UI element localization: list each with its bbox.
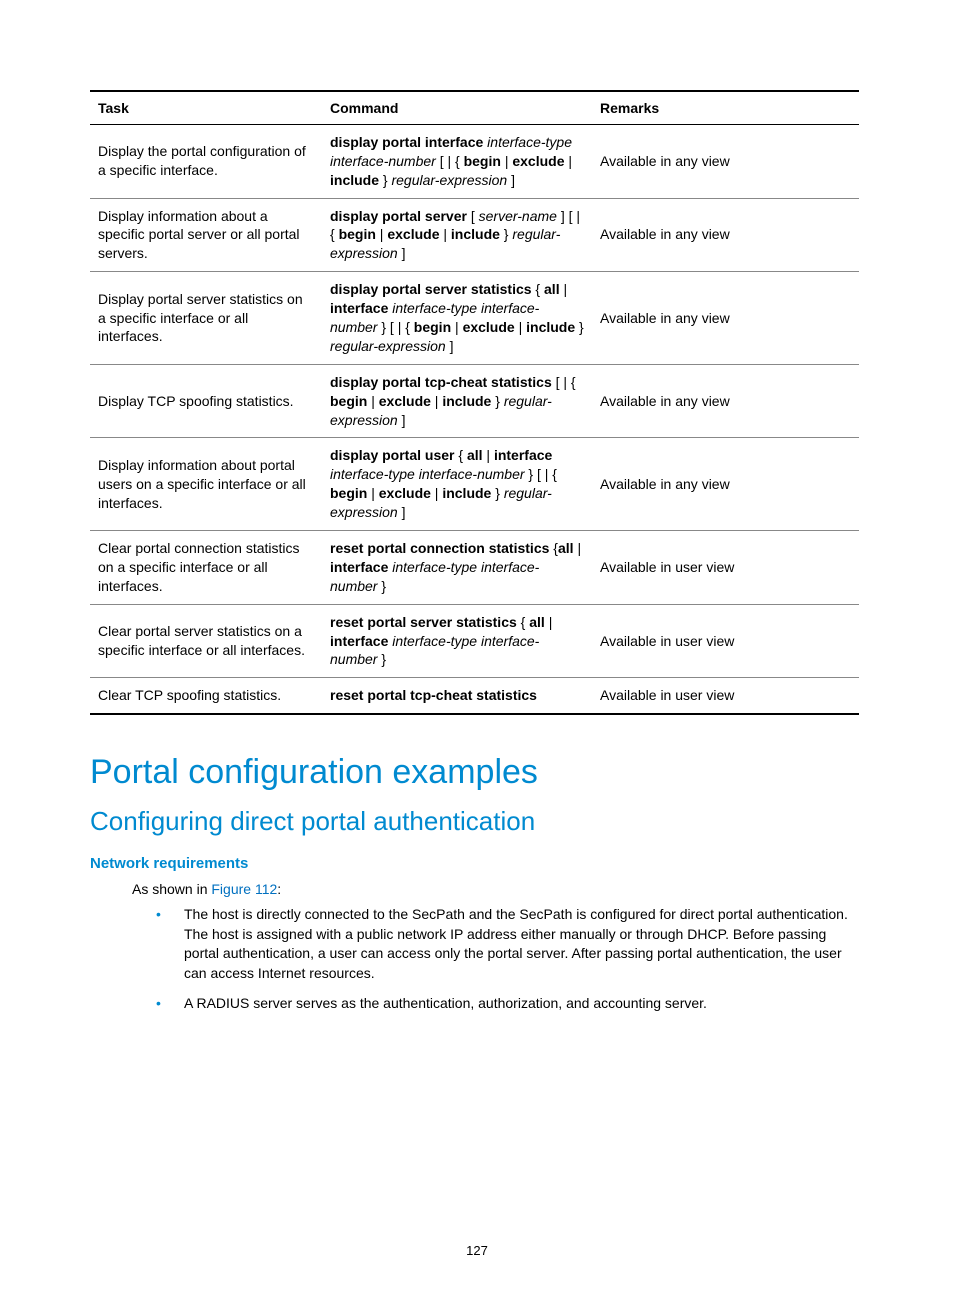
figure-link[interactable]: Figure 112 bbox=[211, 881, 277, 897]
table-row: Clear TCP spoofing statistics.reset port… bbox=[90, 678, 859, 714]
cell-remarks: Available in any view bbox=[592, 438, 859, 531]
heading-1: Portal configuration examples bbox=[90, 753, 859, 792]
bullet-list: The host is directly connected to the Se… bbox=[170, 905, 859, 1013]
table-row: Display information about portal users o… bbox=[90, 438, 859, 531]
intro-paragraph: As shown in Figure 112: bbox=[132, 880, 859, 899]
cell-command: display portal tcp-cheat statistics [ | … bbox=[322, 364, 592, 438]
cell-remarks: Available in any view bbox=[592, 198, 859, 272]
cell-task: Display TCP spoofing statistics. bbox=[90, 364, 322, 438]
header-command: Command bbox=[322, 91, 592, 124]
header-task: Task bbox=[90, 91, 322, 124]
heading-2: Configuring direct portal authentication bbox=[90, 806, 859, 837]
cell-command: reset portal connection statistics {all … bbox=[322, 531, 592, 605]
cell-command: display portal server statistics { all |… bbox=[322, 272, 592, 365]
intro-prefix: As shown in bbox=[132, 881, 211, 897]
cell-task: Clear portal server statistics on a spec… bbox=[90, 604, 322, 678]
table-row: Clear portal connection statistics on a … bbox=[90, 531, 859, 605]
cell-task: Display information about a specific por… bbox=[90, 198, 322, 272]
table-row: Display portal server statistics on a sp… bbox=[90, 272, 859, 365]
table-row: Display TCP spoofing statistics.display … bbox=[90, 364, 859, 438]
table-row: Display information about a specific por… bbox=[90, 198, 859, 272]
cell-remarks: Available in any view bbox=[592, 364, 859, 438]
cell-task: Clear portal connection statistics on a … bbox=[90, 531, 322, 605]
cell-remarks: Available in any view bbox=[592, 124, 859, 198]
list-item: A RADIUS server serves as the authentica… bbox=[170, 994, 859, 1014]
table-row: Clear portal server statistics on a spec… bbox=[90, 604, 859, 678]
intro-suffix: : bbox=[277, 881, 281, 897]
cell-remarks: Available in user view bbox=[592, 678, 859, 714]
table-row: Display the portal configuration of a sp… bbox=[90, 124, 859, 198]
command-table: Task Command Remarks Display the portal … bbox=[90, 90, 859, 715]
cell-task: Clear TCP spoofing statistics. bbox=[90, 678, 322, 714]
page-number: 127 bbox=[0, 1243, 954, 1258]
cell-remarks: Available in any view bbox=[592, 272, 859, 365]
cell-task: Display portal server statistics on a sp… bbox=[90, 272, 322, 365]
cell-command: reset portal tcp-cheat statistics bbox=[322, 678, 592, 714]
heading-3: Network requirements bbox=[90, 855, 859, 872]
list-item: The host is directly connected to the Se… bbox=[170, 905, 859, 983]
cell-remarks: Available in user view bbox=[592, 604, 859, 678]
cell-command: display portal server [ server-name ] [ … bbox=[322, 198, 592, 272]
cell-task: Display information about portal users o… bbox=[90, 438, 322, 531]
header-remarks: Remarks bbox=[592, 91, 859, 124]
table-header-row: Task Command Remarks bbox=[90, 91, 859, 124]
cell-task: Display the portal configuration of a sp… bbox=[90, 124, 322, 198]
cell-remarks: Available in user view bbox=[592, 531, 859, 605]
cell-command: reset portal server statistics { all | i… bbox=[322, 604, 592, 678]
cell-command: display portal interface interface-type … bbox=[322, 124, 592, 198]
cell-command: display portal user { all | interface in… bbox=[322, 438, 592, 531]
